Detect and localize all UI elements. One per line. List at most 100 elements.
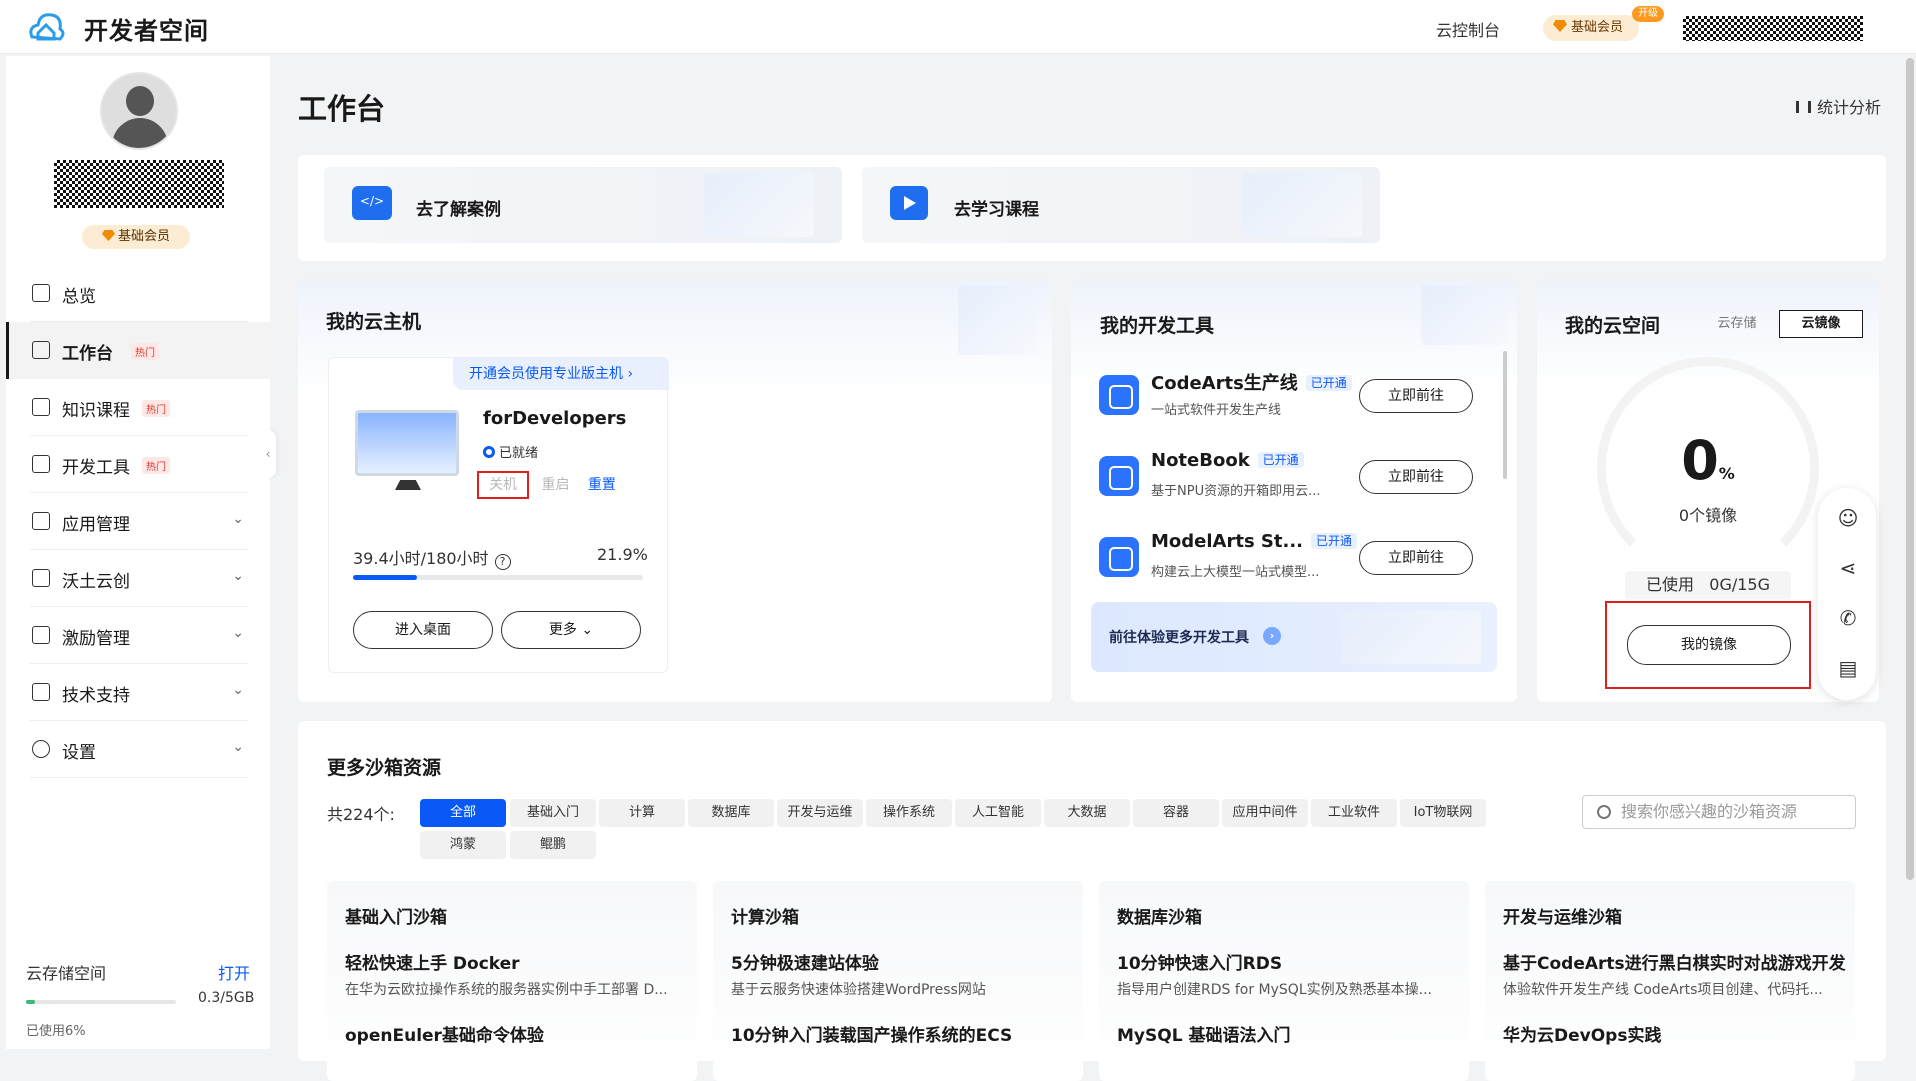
sidebar-item-devtools[interactable]: 开发工具 热门 xyxy=(30,436,248,493)
sidebar-item-label: 技术支持 xyxy=(62,686,130,706)
space-used-label: 已使用 xyxy=(1645,575,1694,594)
video-play-icon xyxy=(890,186,928,220)
filter-chip[interactable]: 操作系统 xyxy=(866,799,952,827)
filter-chip[interactable]: 数据库 xyxy=(688,799,774,827)
sidebar-item-wotu[interactable]: 沃土云创 ⌄ xyxy=(30,550,248,607)
quick-link-courses[interactable]: 去学习课程 xyxy=(862,167,1380,243)
smile-icon[interactable]: ☺ xyxy=(1836,506,1860,530)
share-icon[interactable]: ⋖ xyxy=(1836,556,1860,580)
phone-icon[interactable]: ✆ xyxy=(1836,606,1860,630)
stats-analysis-link[interactable]: 统计分析 xyxy=(1796,94,1881,118)
sidebar-collapse-button[interactable]: ‹ xyxy=(260,430,276,478)
redacted-username[interactable] xyxy=(1683,16,1863,41)
sandbox-column: 基础入门沙箱 轻松快速上手 Docker 在华为云欧拉操作系统的服务器实例中手工… xyxy=(327,881,697,1081)
diamond-icon xyxy=(1553,20,1567,32)
cloud-house-logo-icon[interactable] xyxy=(26,7,66,47)
sandbox-item-title[interactable]: 5分钟极速建站体验 xyxy=(731,949,879,974)
filter-chip[interactable]: 全部 xyxy=(420,799,506,827)
filter-chip[interactable]: 应用中间件 xyxy=(1222,799,1308,827)
filter-chip[interactable]: 鲲鹏 xyxy=(510,831,596,859)
vm-usage-percent: 21.9% xyxy=(597,545,648,564)
decorative-building xyxy=(704,173,814,237)
upgrade-tag[interactable]: 开级 xyxy=(1632,6,1664,22)
sandbox-item-title[interactable]: 华为云DevOps实践 xyxy=(1503,1021,1661,1046)
redacted-user-name xyxy=(54,160,224,208)
help-icon[interactable]: ? xyxy=(494,554,511,570)
vm-usage-text: 39.4小时/180小时 xyxy=(353,549,489,568)
sidebar-item-courses[interactable]: 知识课程 热门 xyxy=(30,379,248,436)
search-icon xyxy=(1597,805,1611,819)
code-icon: </> xyxy=(352,186,392,220)
tool-name-text: ModelArts St... xyxy=(1151,531,1304,552)
filter-chip[interactable]: 计算 xyxy=(599,799,685,827)
stats-label: 统计分析 xyxy=(1817,98,1882,117)
storage-open-link[interactable]: 打开 xyxy=(218,960,250,984)
sandbox-item-title[interactable]: 基于CodeArts进行黑白棋实时对战游戏开发 xyxy=(1503,949,1846,974)
gauge-number: 0 xyxy=(1681,429,1719,492)
sidebar-item-incentives[interactable]: 激励管理 ⌄ xyxy=(30,607,248,664)
quick-link-cases[interactable]: </> 去了解案例 xyxy=(324,167,842,243)
sandbox-item-title[interactable]: 10分钟入门装载国产操作系统的ECS xyxy=(731,1021,1012,1046)
filter-chip[interactable]: 容器 xyxy=(1133,799,1219,827)
sidebar-item-apps[interactable]: 应用管理 ⌄ xyxy=(30,493,248,550)
tab-cloud-image[interactable]: 云镜像 xyxy=(1779,310,1863,338)
sandbox-item-desc: 指导用户创建RDS for MySQL实例及熟悉基本操... xyxy=(1117,982,1432,998)
notebook-icon xyxy=(1099,456,1139,496)
sidebar-member-badge[interactable]: 基础会员 xyxy=(82,225,190,249)
sidebar-item-settings[interactable]: 设置 ⌄ xyxy=(30,721,248,778)
status-dot-icon xyxy=(483,446,495,458)
monitor-icon xyxy=(355,410,459,476)
sandbox-section-title: 更多沙箱资源 xyxy=(327,757,442,779)
restart-button[interactable]: 重启 xyxy=(541,477,569,493)
filter-chip[interactable]: 大数据 xyxy=(1044,799,1130,827)
avatar[interactable] xyxy=(100,72,178,150)
filter-chip[interactable]: 基础入门 xyxy=(510,799,596,827)
space-used: 已使用 0G/15G xyxy=(1625,571,1791,599)
more-dropdown-button[interactable]: 更多 ⌄ xyxy=(501,611,641,649)
space-tabs: 云存储 云镜像 xyxy=(1695,310,1863,338)
feedback-icon[interactable]: ▤ xyxy=(1836,656,1860,680)
tool-go-button[interactable]: 立即前往 xyxy=(1359,379,1473,413)
member-badge[interactable]: 基础会员 xyxy=(1543,15,1639,41)
storage-title: 云存储空间 xyxy=(26,964,107,983)
page-scrollbar[interactable] xyxy=(1906,58,1914,880)
sidebar-item-workbench[interactable]: 工作台 热门 xyxy=(6,322,270,379)
sandbox-item-title[interactable]: openEuler基础命令体验 xyxy=(345,1021,544,1046)
enter-desktop-button[interactable]: 进入桌面 xyxy=(353,611,493,649)
highlight-box: 我的镜像 xyxy=(1605,601,1811,689)
sandbox-item-title[interactable]: 10分钟快速入门RDS xyxy=(1117,949,1282,974)
my-images-button[interactable]: 我的镜像 xyxy=(1627,625,1791,665)
filter-chip[interactable]: 工业软件 xyxy=(1311,799,1397,827)
cloud-host-card: 我的云主机 开通会员使用专业版主机 › forDevelopers 已就绪 关机… xyxy=(298,279,1052,702)
sidebar-item-label: 沃土云创 xyxy=(62,572,130,592)
sidebar-item-support[interactable]: 技术支持 ⌄ xyxy=(30,664,248,721)
sandbox-item-title[interactable]: 轻松快速上手 Docker xyxy=(345,949,520,974)
tool-badge: 已开通 xyxy=(1257,452,1304,468)
vm-member-banner[interactable]: 开通会员使用专业版主机 › xyxy=(453,358,669,390)
tool-go-button[interactable]: 立即前往 xyxy=(1359,460,1473,494)
filter-chip[interactable]: 人工智能 xyxy=(955,799,1041,827)
tab-cloud-storage[interactable]: 云存储 xyxy=(1695,310,1779,338)
tools-scrollbar[interactable] xyxy=(1503,351,1507,479)
filter-chip[interactable]: IoT物联网 xyxy=(1400,799,1486,827)
filter-chip[interactable]: 开发与运维 xyxy=(777,799,863,827)
reset-button[interactable]: 重置 xyxy=(588,477,616,493)
more-tools-banner[interactable]: 前往体验更多开发工具 › xyxy=(1091,602,1497,672)
sandbox-search-input[interactable]: 搜索你感兴趣的沙箱资源 xyxy=(1582,795,1856,829)
tool-go-button[interactable]: 立即前往 xyxy=(1359,541,1473,575)
shutdown-button[interactable]: 关机 xyxy=(477,471,529,499)
console-link[interactable]: 云控制台 xyxy=(1436,17,1500,41)
gift-icon xyxy=(32,626,50,644)
quick-link-label: 去学习课程 xyxy=(954,200,1039,220)
sandbox-column-heading: 计算沙箱 xyxy=(731,908,799,928)
more-tools-text: 前往体验更多开发工具 xyxy=(1109,630,1249,646)
vm-usage-bar xyxy=(353,575,643,580)
sidebar-item-label: 开发工具 xyxy=(62,458,130,478)
brand-title[interactable]: 开发者空间 xyxy=(84,11,209,46)
gauge-value: 0% xyxy=(1537,429,1879,492)
filter-chip[interactable]: 鸿蒙 xyxy=(420,831,506,859)
sidebar-item-overview[interactable]: 总览 xyxy=(30,265,248,322)
storage-progress-bar xyxy=(26,1000,176,1004)
monitor-icon xyxy=(32,683,50,701)
sandbox-item-title[interactable]: MySQL 基础语法入门 xyxy=(1117,1021,1290,1046)
